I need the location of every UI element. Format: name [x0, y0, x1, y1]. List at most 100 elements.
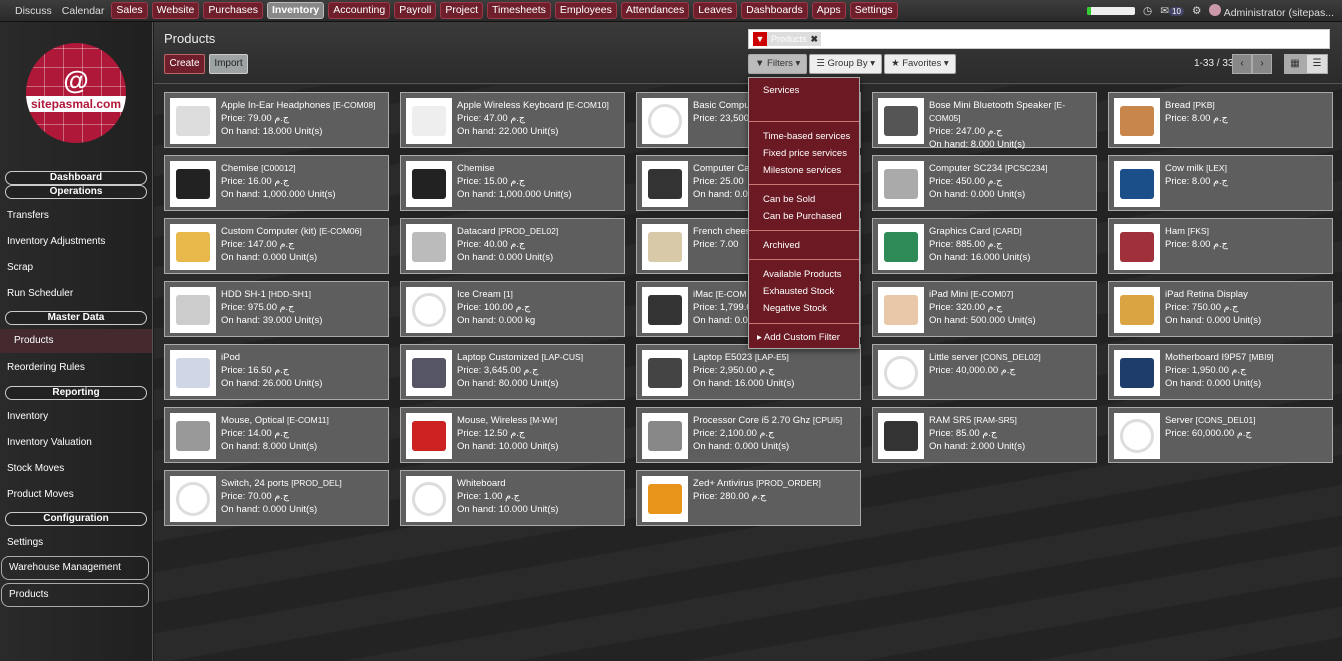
- product-card[interactable]: Ham [FKS] Price: 8.00 ج.م: [1108, 218, 1333, 274]
- product-card[interactable]: Custom Computer (kit) [E-COM06] Price: 14…: [164, 218, 389, 274]
- product-image-fill: [648, 484, 682, 514]
- menu-attendances[interactable]: Attendances: [620, 2, 690, 19]
- menu-employees[interactable]: Employees: [554, 2, 617, 19]
- sidebar-item-inventory-valuation[interactable]: Inventory Valuation: [7, 437, 92, 448]
- sidebar-item-products[interactable]: Products: [0, 329, 152, 353]
- menu-sales[interactable]: Sales: [111, 2, 148, 19]
- menu-timesheets[interactable]: Timesheets: [487, 2, 551, 19]
- page-title: Products: [164, 31, 216, 46]
- sidebar-item-stock-moves[interactable]: Stock Moves: [7, 463, 64, 474]
- product-onhand: On hand: 0.000 Unit(s): [1165, 315, 1262, 326]
- menu-discuss[interactable]: Discuss: [10, 0, 57, 22]
- create-button[interactable]: Create: [164, 54, 205, 74]
- activity-icon[interactable]: ⚙: [1192, 5, 1201, 17]
- menu-leaves[interactable]: Leaves: [693, 2, 738, 19]
- product-card[interactable]: Mouse, Optical [E-COM11] Price: 14.00 ج.م…: [164, 407, 389, 463]
- product-name-text: Motherboard I9P57: [1165, 352, 1247, 363]
- product-card[interactable]: Whiteboard Price: 1.00 ج.م On hand: 10.00…: [400, 470, 625, 526]
- product-card[interactable]: Laptop E5023 [LAP-E5] Price: 2,950.00 ج.م…: [636, 344, 861, 400]
- product-code: [PCSC234]: [1005, 163, 1048, 173]
- product-card[interactable]: Apple In-Ear Headphones [E-COM08] Price: …: [164, 92, 389, 148]
- filter-negative-stock[interactable]: Negative Stock: [763, 303, 827, 314]
- filter-exhausted-stock[interactable]: Exhausted Stock: [763, 286, 834, 297]
- filter-fixed-price-services[interactable]: Fixed price services: [763, 148, 847, 159]
- pager-value[interactable]: 1-33 / 33: [1194, 58, 1233, 69]
- product-onhand: On hand: 39.000 Unit(s): [221, 315, 323, 326]
- user-menu[interactable]: Administrator (sitepas...: [1209, 3, 1334, 19]
- kanban-view-icon[interactable]: ▦: [1284, 54, 1306, 74]
- pager-previous-button[interactable]: ‹: [1232, 54, 1252, 74]
- sidebar-item-run-scheduler[interactable]: Run Scheduler: [7, 288, 73, 299]
- menu-website[interactable]: Website: [151, 2, 200, 19]
- sidebar-item-scrap[interactable]: Scrap: [7, 262, 33, 273]
- menu-settings[interactable]: Settings: [849, 2, 898, 19]
- sidebar-item-inventory-adjustments[interactable]: Inventory Adjustments: [7, 236, 105, 247]
- product-card[interactable]: iPod Price: 16.50 ج.م On hand: 26.000 Uni…: [164, 344, 389, 400]
- filter-can-be-sold[interactable]: Can be Sold: [763, 194, 815, 205]
- product-card[interactable]: Apple Wireless Keyboard [E-COM10] Price: …: [400, 92, 625, 148]
- product-card[interactable]: Datacard [PROD_DEL02] Price: 40.00 ج.م On …: [400, 218, 625, 274]
- product-card[interactable]: Graphics Card [CARD] Price: 885.00 ج.م On …: [872, 218, 1097, 274]
- sidebar-item-products-config[interactable]: Products: [1, 583, 149, 607]
- product-card[interactable]: Ice Cream [1] Price: 100.00 ج.م On hand: 0…: [400, 281, 625, 337]
- product-card[interactable]: RAM SR5 [RAM-SR5] Price: 85.00 ج.م On hand…: [872, 407, 1097, 463]
- product-name-text: Zed+ Antivirus: [693, 478, 754, 489]
- product-card[interactable]: Switch, 24 ports [PROD_DEL] Price: 70.00 …: [164, 470, 389, 526]
- menu-apps[interactable]: Apps: [811, 2, 846, 19]
- product-image-fill: [884, 106, 918, 136]
- product-card[interactable]: Computer SC234 [PCSC234] Price: 450.00 ج.…: [872, 155, 1097, 211]
- product-card[interactable]: Processor Core i5 2.70 Ghz [CPUi5] Price:…: [636, 407, 861, 463]
- product-card[interactable]: iPad Retina Display Price: 750.00 ج.م On …: [1108, 281, 1333, 337]
- sidebar-item-reordering-rules[interactable]: Reordering Rules: [7, 362, 85, 373]
- product-card[interactable]: Mouse, Wireless [M-Wir] Price: 12.50 ج.م O…: [400, 407, 625, 463]
- messages-icon[interactable]: ✉ 10: [1160, 5, 1184, 17]
- facet-close-icon[interactable]: ✖: [810, 32, 822, 46]
- product-name: iPad Retina Display: [1165, 288, 1328, 301]
- placeholder-image-icon: [1114, 413, 1160, 459]
- filter-available-products[interactable]: Available Products: [763, 269, 842, 280]
- pager-next-button[interactable]: ›: [1252, 54, 1272, 74]
- product-card[interactable]: Laptop Customized [LAP-CUS] Price: 3,645.…: [400, 344, 625, 400]
- sidebar-item-transfers[interactable]: Transfers: [7, 210, 49, 221]
- menu-dashboards[interactable]: Dashboards: [741, 2, 808, 19]
- product-card[interactable]: Chemise [C00012] Price: 16.00 ج.م On hand:…: [164, 155, 389, 211]
- menu-project[interactable]: Project: [440, 2, 484, 19]
- product-card[interactable]: Cow milk [LEX] Price: 8.00 ج.م: [1108, 155, 1333, 211]
- sidebar-item-settings[interactable]: Settings: [7, 537, 43, 548]
- sidebar-item-warehouse-management[interactable]: Warehouse Management: [1, 556, 149, 580]
- clock-icon[interactable]: ◷: [1143, 5, 1152, 17]
- group-by-button[interactable]: ☰ Group By ▾: [809, 54, 883, 74]
- filter-time-based-services[interactable]: Time-based services: [763, 131, 850, 142]
- product-card[interactable]: Zed+ Antivirus [PROD_ORDER] Price: 280.00…: [636, 470, 861, 526]
- product-card[interactable]: Chemise Price: 15.00 ج.م On hand: 1,000.0…: [400, 155, 625, 211]
- progress-bar[interactable]: [1087, 7, 1136, 15]
- product-card[interactable]: HDD SH-1 [HDD-SH1] Price: 975.00 ج.م On ha…: [164, 281, 389, 337]
- filter-services[interactable]: Services: [763, 85, 799, 96]
- filter-archived[interactable]: Archived: [763, 240, 800, 251]
- sidebar-item-product-moves[interactable]: Product Moves: [7, 489, 74, 500]
- filters-button[interactable]: ▼ Filters ▾: [748, 54, 808, 74]
- product-card[interactable]: Bread [PKB] Price: 8.00 ج.م: [1108, 92, 1333, 148]
- add-custom-filter[interactable]: ▸ Add Custom Filter: [757, 332, 840, 343]
- filter-milestone-services[interactable]: Milestone services: [763, 165, 841, 176]
- menu-inventory[interactable]: Inventory: [267, 2, 325, 19]
- menu-purchases[interactable]: Purchases: [203, 2, 264, 19]
- menu-calendar[interactable]: Calendar: [57, 0, 110, 22]
- list-view-icon[interactable]: ☰: [1306, 54, 1328, 74]
- dropdown-divider: [749, 323, 859, 324]
- sidebar-item-inventory[interactable]: Inventory: [7, 411, 48, 422]
- import-button[interactable]: Import: [209, 54, 248, 74]
- favorites-button[interactable]: ★ Favorites ▾: [884, 54, 956, 74]
- company-logo[interactable]: @ sitepasmal.com: [26, 43, 126, 143]
- section-dashboard[interactable]: Dashboard: [5, 171, 147, 185]
- product-card[interactable]: Bose Mini Bluetooth Speaker [E-COM05] Pri…: [872, 92, 1097, 150]
- product-card[interactable]: Little server [CONS_DEL02] Price: 40,000.…: [872, 344, 1097, 400]
- search-input[interactable]: ▼ Products ✖: [748, 29, 1330, 49]
- filter-can-be-purchased[interactable]: Can be Purchased: [763, 211, 842, 222]
- product-card[interactable]: Motherboard I9P57 [MBI9] Price: 1,950.00 …: [1108, 344, 1333, 400]
- product-card[interactable]: iPad Mini [E-COM07] Price: 320.00 ج.م On h…: [872, 281, 1097, 337]
- menu-payroll[interactable]: Payroll: [394, 2, 437, 19]
- product-name: HDD SH-1 [HDD-SH1]: [221, 288, 384, 301]
- product-card[interactable]: Server [CONS_DEL01] Price: 60,000.00 ج.م: [1108, 407, 1333, 463]
- menu-accounting[interactable]: Accounting: [328, 2, 391, 19]
